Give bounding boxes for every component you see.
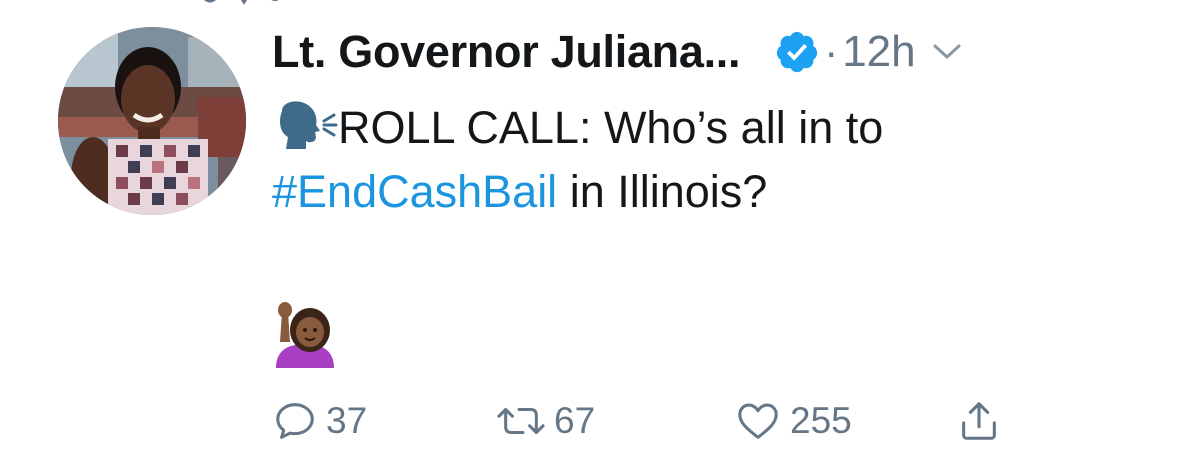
like-button[interactable]: 255 <box>734 398 852 444</box>
author-avatar[interactable] <box>58 27 246 215</box>
verified-badge-icon <box>774 29 820 75</box>
tweet-header: Lt. Governor Juliana... · 12h <box>272 24 962 80</box>
tweet-text: ROLL CALL: Who’s all in to #EndCashBail … <box>272 96 1172 224</box>
tweet-text-line1: ROLL CALL: Who’s all in to <box>272 96 1172 160</box>
tweet-actions: 37 67 255 <box>272 398 1032 444</box>
cropped-previous-content <box>204 0 279 5</box>
retweet-icon <box>497 407 545 435</box>
author-name[interactable]: Lt. Governor Juliana... <box>272 26 741 78</box>
retweet-count: 67 <box>554 400 596 441</box>
chevron-down-icon[interactable] <box>932 42 962 62</box>
person-raising-hand-emoji <box>272 302 336 368</box>
reply-count: 37 <box>326 400 368 441</box>
tweet-text-part1: ROLL CALL: Who’s all in to <box>338 102 884 153</box>
like-count: 255 <box>790 400 852 441</box>
header-separator: · <box>824 28 839 75</box>
retweet-button[interactable]: 67 <box>496 398 595 444</box>
avatar-photo <box>58 27 246 215</box>
share-button[interactable] <box>956 398 1002 444</box>
share-icon <box>962 402 996 440</box>
tweet-card: Lt. Governor Juliana... · 12h ROLL CALL:… <box>0 0 1200 474</box>
reply-icon <box>276 403 314 439</box>
tweet-timestamp[interactable]: 12h <box>842 27 915 77</box>
hashtag-link[interactable]: #EndCashBail <box>272 166 557 217</box>
speaking-head-emoji <box>272 101 338 149</box>
tweet-text-part2: in Illinois? <box>557 166 768 217</box>
reply-button[interactable]: 37 <box>272 398 367 444</box>
like-icon <box>738 403 778 439</box>
tweet-text-line2: #EndCashBail in Illinois? <box>272 160 1172 224</box>
